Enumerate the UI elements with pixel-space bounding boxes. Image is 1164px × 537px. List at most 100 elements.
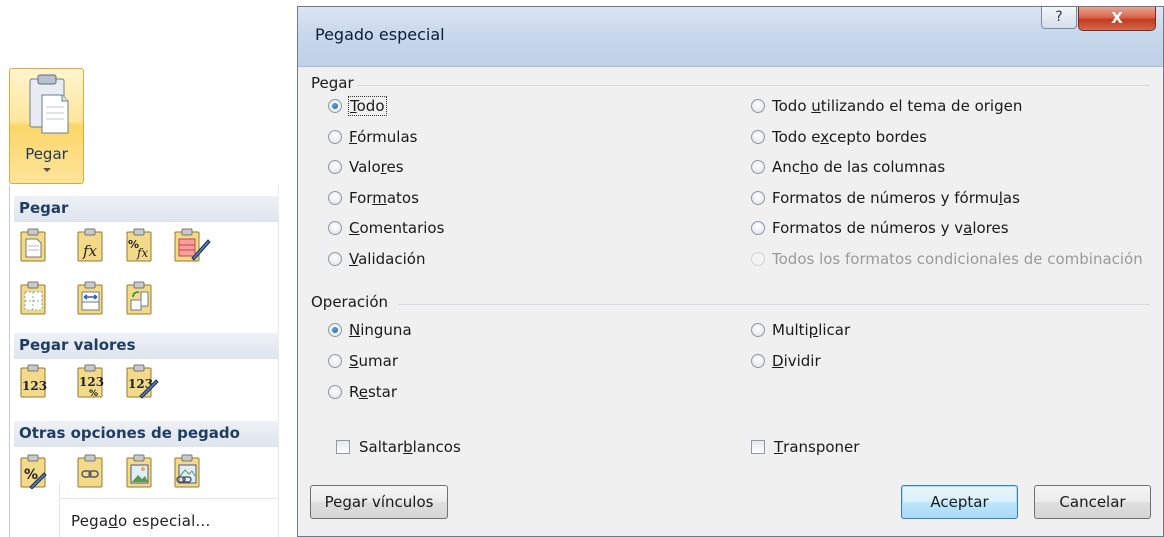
paste-right-option-label: Formatos de números y fórmulas	[772, 189, 1020, 207]
paste-link-icon[interactable]	[75, 454, 106, 489]
paste-left-option-label-post: atos	[386, 188, 419, 207]
pegar-vinculos-button[interactable]: Pegar vínculos	[310, 485, 448, 519]
paste-right-option-4[interactable]: Formatos de números y valores	[751, 219, 1009, 237]
radio-button[interactable]	[751, 99, 765, 113]
paste-left-option-label-post: odo	[356, 97, 385, 115]
paste-right-option-label-post: as	[1002, 188, 1020, 207]
transponer-box[interactable]	[751, 440, 765, 454]
operation-left-option-2[interactable]: Restar	[328, 383, 397, 401]
pegado-especial-menu-item[interactable]: Pegado especial...	[71, 512, 210, 530]
operation-left-option-1[interactable]: Sumar	[328, 352, 398, 370]
paste-left-option-label: Formatos	[349, 189, 419, 207]
operation-right-option-1[interactable]: Dividir	[751, 352, 821, 370]
radio-button[interactable]	[328, 190, 342, 205]
saltar-blancos-checkbox[interactable]: Saltar b lancos	[336, 438, 461, 456]
radio-button[interactable]	[751, 323, 765, 337]
section-pegar: Pegar	[14, 196, 279, 222]
title-bar: Pegado especial ? X	[298, 7, 1163, 67]
saltar-blancos-pre: Saltar	[359, 438, 404, 456]
paste-right-option-0[interactable]: Todo utilizando el tema de origen	[751, 97, 1022, 115]
group-pegar-label: Pegar	[311, 74, 354, 92]
operation-right-option-label: Dividir	[772, 352, 821, 370]
paste-right-option-label-u: h	[800, 158, 810, 177]
radio-button	[751, 252, 765, 266]
close-button[interactable]: X	[1078, 7, 1156, 31]
saltar-blancos-accel: b	[403, 438, 413, 456]
operation-left-option-0[interactable]: Ninguna	[328, 321, 412, 339]
paste-left-option-0[interactable]: Todo	[328, 96, 387, 116]
paste-left-option-3[interactable]: Formatos	[328, 189, 419, 207]
paste-values-number-format-icon[interactable]: 123%	[75, 364, 106, 399]
dropdown-arrow-icon	[43, 168, 51, 172]
paste-right-option-2[interactable]: Ancho de las columnas	[751, 158, 945, 176]
paste-left-option-label: Comentarios	[349, 219, 444, 237]
paste-right-option-label: Todos los formatos condicionales de comb…	[772, 250, 1143, 268]
paste-keep-column-widths-icon[interactable]	[75, 281, 106, 316]
group-operacion-label: Operación	[311, 293, 389, 311]
radio-button[interactable]	[328, 354, 342, 368]
radio-button[interactable]	[328, 129, 342, 144]
transponer-accel: T	[774, 438, 784, 456]
paste-dropdown-menu: Pegar fx % fx Pegar valores 123 123% 123 …	[9, 186, 279, 537]
paste-right-option-1[interactable]: Todo excepto bordes	[751, 128, 927, 146]
paste-values-source-formatting-icon[interactable]: 123	[124, 364, 159, 399]
radio-button[interactable]	[328, 221, 342, 236]
paste-right-option-label-u: u	[811, 97, 821, 115]
paste-formulas-number-format-icon[interactable]: % fx	[124, 228, 155, 263]
paste-no-borders-icon[interactable]	[18, 281, 49, 316]
pegar-vinculos-pre: Pe	[324, 493, 343, 511]
operation-right-option-label-u: p	[808, 321, 819, 339]
operation-left-option-label-post: star	[367, 383, 398, 401]
paste-left-option-label-post: es	[386, 158, 404, 177]
menu-separator	[60, 498, 278, 499]
help-button[interactable]: ?	[1041, 7, 1077, 29]
section-otras-opciones: Otras opciones de pegado	[14, 421, 279, 447]
pegar-ribbon-button[interactable]: Pegar	[9, 68, 84, 184]
saltar-blancos-post: lancos	[412, 438, 461, 456]
radio-button[interactable]	[751, 221, 765, 236]
saltar-blancos-box[interactable]	[336, 440, 350, 454]
paste-keep-formatting-icon[interactable]	[172, 228, 211, 263]
aceptar-button[interactable]: Aceptar	[901, 485, 1018, 519]
operation-right-option-label: Multiplicar	[772, 321, 850, 339]
paste-formatting-icon[interactable]: %	[18, 454, 49, 489]
operation-left-option-label-pre: R	[349, 383, 359, 401]
radio-button[interactable]	[328, 252, 342, 266]
menu-gutter	[59, 482, 60, 537]
pegado-especial-post: o especial...	[118, 512, 211, 530]
operation-left-option-label: Sumar	[349, 352, 398, 370]
radio-button[interactable]	[328, 99, 342, 113]
cancelar-button[interactable]: Cancelar	[1034, 485, 1151, 519]
paste-left-option-label: Valores	[349, 158, 404, 176]
group-operacion-divider	[399, 304, 1150, 305]
operation-left-option-label: Ninguna	[349, 321, 412, 339]
paste-icon[interactable]	[18, 228, 49, 263]
paste-left-option-1[interactable]: Fórmulas	[328, 128, 417, 146]
radio-button[interactable]	[751, 160, 765, 175]
paste-left-option-5[interactable]: Validación	[328, 250, 425, 268]
paste-right-option-label-pre: Todo e	[772, 127, 821, 146]
paste-left-option-4[interactable]: Comentarios	[328, 219, 444, 237]
radio-button[interactable]	[328, 385, 342, 399]
pegado-especial-dialog: Pegado especial ? X Pegar Todo Fórmulas Va…	[297, 6, 1164, 537]
paste-left-option-label-post: omentarios	[359, 219, 445, 238]
svg-text:123: 123	[22, 379, 47, 393]
pegar-label: Pegar	[25, 145, 68, 163]
paste-right-option-label-post: lores	[972, 219, 1009, 238]
radio-button[interactable]	[751, 354, 765, 368]
radio-button[interactable]	[328, 160, 342, 175]
paste-right-option-3[interactable]: Formatos de números y fórmulas	[751, 189, 1020, 207]
paste-formulas-icon[interactable]: fx	[75, 228, 106, 263]
paste-linked-picture-icon[interactable]	[172, 454, 203, 489]
radio-button[interactable]	[751, 190, 765, 205]
paste-left-option-2[interactable]: Valores	[328, 158, 404, 176]
radio-button[interactable]	[751, 129, 765, 144]
radio-button[interactable]	[328, 323, 342, 337]
transponer-checkbox[interactable]: Transponer	[751, 438, 859, 456]
paste-left-option-label-u: m	[372, 188, 387, 207]
paste-transpose-icon[interactable]	[124, 281, 155, 316]
paste-values-icon[interactable]: 123	[18, 364, 49, 399]
paste-picture-icon[interactable]	[124, 454, 155, 489]
section-pegar-valores: Pegar valores	[14, 333, 279, 359]
operation-right-option-0[interactable]: Multiplicar	[751, 321, 850, 339]
